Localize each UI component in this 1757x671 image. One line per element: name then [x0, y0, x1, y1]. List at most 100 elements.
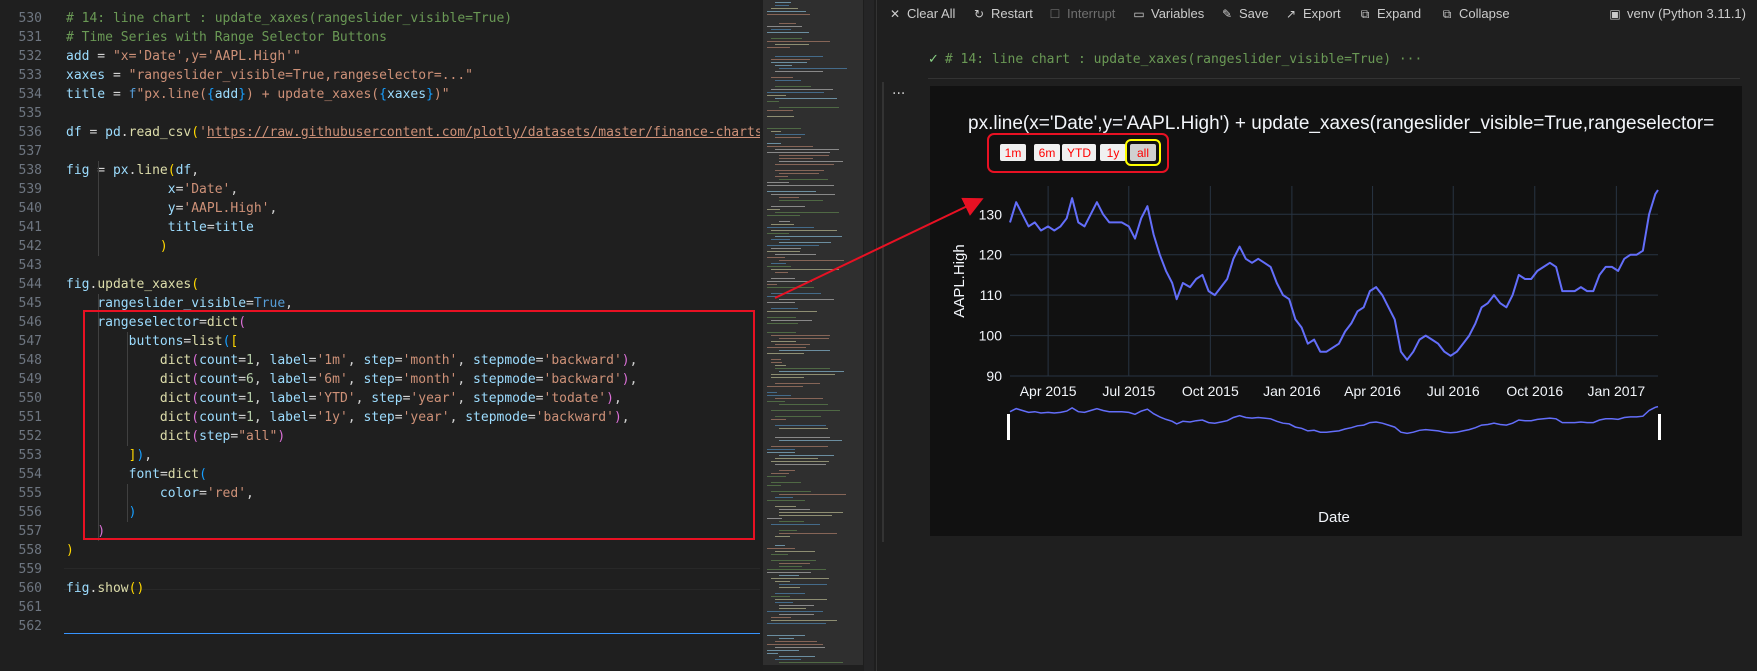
code-line[interactable]: 534 title = f"px.line({add}) + update_xax…	[0, 85, 760, 104]
minimap-line	[779, 23, 796, 24]
code-line[interactable]: 535	[0, 104, 760, 123]
range-button-1m[interactable]: 1m	[1000, 144, 1026, 161]
code-line[interactable]: 541 title=title	[0, 218, 760, 237]
minimap-line	[779, 242, 831, 243]
code-line[interactable]: 561	[0, 598, 760, 617]
code-token: df	[175, 163, 192, 178]
code-line[interactable]: 542 )	[0, 237, 760, 256]
line-number: 541	[18, 220, 42, 235]
minimap-line	[775, 98, 837, 99]
code-line[interactable]: 538 fig = px.line(df,	[0, 161, 760, 180]
code-editor[interactable]: 530 # 14: line chart : update_xaxes(range…	[0, 0, 760, 671]
minimap-line	[779, 608, 806, 609]
x-axis-label: Date	[1318, 509, 1350, 526]
code-line[interactable]: 560 fig.show()	[0, 579, 760, 598]
minimap-line	[771, 554, 788, 555]
code-token: update_xaxes	[97, 277, 192, 292]
interactive-toolbar: ✕ Clear All ↻ Restart ☐ Interrupt ▭ Variable…	[878, 0, 1757, 28]
more-actions-icon[interactable]: ···	[892, 86, 905, 102]
minimap-line	[775, 647, 825, 648]
code-line[interactable]: 544 fig.update_xaxes(	[0, 275, 760, 294]
minimap-line	[779, 566, 802, 567]
code-line[interactable]: 539 x='Date',	[0, 180, 760, 199]
code-line[interactable]: 537	[0, 142, 760, 161]
minimap[interactable]	[763, 0, 863, 671]
code-token: "x='Date',y='AAPL.High'"	[112, 49, 301, 64]
minimap-line	[775, 545, 785, 546]
interrupt-button[interactable]: ☐ Interrupt	[1048, 5, 1116, 23]
cell-header[interactable]: ✓ # 14: line chart : update_xaxes(rangesl…	[928, 52, 1422, 67]
line-number: 560	[18, 581, 42, 596]
minimap-line	[767, 92, 824, 93]
code-line[interactable]: 559	[0, 560, 760, 579]
minimap-line	[771, 335, 830, 336]
variables-button[interactable]: ▭ Variables	[1132, 5, 1204, 23]
minimap-line	[775, 134, 805, 135]
code-line[interactable]: 543	[0, 256, 760, 275]
editor-bottom-rule	[64, 633, 760, 634]
line-number: 542	[18, 239, 42, 254]
plotly-chart[interactable]: 90 100 110 120 130 Apr 2015 Jul 2015 Oct 2015 Ja…	[930, 86, 1742, 536]
code-token: '	[199, 125, 207, 140]
pane-divider[interactable]	[876, 0, 877, 671]
minimap-line	[775, 5, 789, 6]
code-token: 'Date'	[183, 182, 231, 197]
range-button-all[interactable]: all	[1130, 144, 1156, 161]
range-button-ytd[interactable]: YTD	[1062, 144, 1096, 161]
minimap-line	[779, 68, 847, 69]
code-token: )	[66, 543, 74, 558]
code-line[interactable]: 532 add = "x='Date',y='AAPL.High'"	[0, 47, 760, 66]
export-button[interactable]: ↗ Export	[1284, 5, 1341, 23]
minimap-line	[775, 56, 823, 57]
minimap-line	[771, 524, 820, 525]
minimap-line	[779, 494, 846, 495]
line-number: 535	[18, 106, 42, 121]
code-line[interactable]: 540 y='AAPL.High',	[0, 199, 760, 218]
code-token: ,	[230, 182, 239, 197]
minimap-line	[767, 572, 811, 573]
minimap-line	[771, 278, 795, 279]
minimap-line	[771, 131, 781, 132]
code-token: )	[136, 581, 145, 596]
line-number: 549	[18, 372, 42, 387]
clear-all-button[interactable]: ✕ Clear All	[888, 5, 955, 23]
minimap-line	[775, 581, 790, 582]
code-line[interactable]: 558)	[0, 541, 760, 560]
code-text: fig.show()	[66, 579, 144, 598]
minimap-line	[771, 419, 786, 420]
minimap-line	[779, 161, 843, 162]
code-token: pd	[105, 125, 121, 140]
stop-icon: ☐	[1049, 7, 1061, 21]
code-line[interactable]: 536 df = pd.read_csv('https://raw.githubu…	[0, 123, 760, 142]
collapse-label: Collapse	[1459, 6, 1510, 21]
minimap-line	[779, 605, 814, 606]
export-label: Export	[1303, 6, 1341, 21]
range-button-1y[interactable]: 1y	[1100, 144, 1126, 161]
minimap-line	[771, 77, 793, 78]
editor-scrollbar[interactable]	[864, 0, 874, 671]
code-line[interactable]: 530 # 14: line chart : update_xaxes(range…	[0, 9, 760, 28]
range-button-label: 6m	[1039, 146, 1056, 160]
save-button[interactable]: ✎ Save	[1220, 5, 1269, 23]
minimap-line	[779, 350, 830, 351]
code-token: title	[66, 87, 106, 102]
line-number: 547	[18, 334, 42, 349]
code-line[interactable]: 531 # Time Series with Range Selector But…	[0, 28, 760, 47]
code-line[interactable]: 533 xaxes = "rangeslider_visible=True,ran…	[0, 66, 760, 85]
expand-button[interactable]: ⧉ Expand	[1358, 5, 1421, 23]
minimap-line	[779, 530, 797, 531]
minimap-line	[771, 374, 835, 375]
range-button-6m[interactable]: 6m	[1034, 144, 1060, 161]
line-number: 540	[18, 201, 42, 216]
collapse-button[interactable]: ⧉ Collapse	[1440, 5, 1510, 23]
kernel-picker[interactable]: ▣ venv (Python 3.11.1)	[1608, 5, 1746, 23]
restart-button[interactable]: ↻ Restart	[972, 5, 1033, 23]
line-number: 536	[18, 125, 42, 140]
minimap-line	[775, 536, 790, 537]
minimap-line	[771, 410, 840, 411]
minimap-line	[775, 2, 791, 3]
code-text: xaxes = "rangeslider_visible=True,ranges…	[66, 66, 473, 85]
code-text: df = pd.read_csv('https://raw.githubuser…	[66, 123, 760, 142]
